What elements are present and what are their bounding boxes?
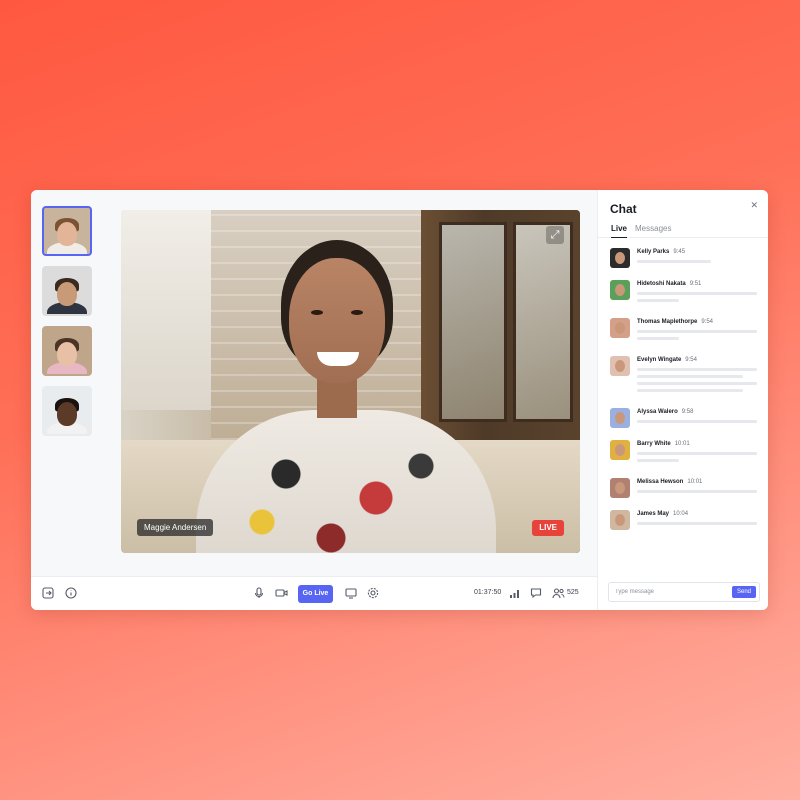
tab-messages[interactable]: Messages bbox=[635, 224, 671, 238]
chat-message-text-placeholder bbox=[637, 337, 679, 340]
avatar-face bbox=[615, 412, 625, 424]
signal-strength-icon[interactable] bbox=[508, 587, 522, 601]
chat-timestamp: 9:45 bbox=[673, 249, 686, 255]
chat-author-name[interactable]: Alyssa Walero bbox=[637, 409, 678, 415]
avatar-face bbox=[615, 444, 625, 456]
live-badge: LIVE bbox=[532, 520, 564, 536]
participant-thumbnail[interactable] bbox=[42, 386, 92, 436]
chat-author-name[interactable]: Kelly Parks bbox=[637, 249, 669, 255]
participant-count: 525 bbox=[567, 589, 579, 596]
chat-author-name[interactable]: Barry White bbox=[637, 441, 671, 447]
chat-message-meta: Melissa Hewson 10:01 bbox=[637, 479, 702, 485]
chat-message-text-placeholder bbox=[637, 368, 757, 371]
chat-message-text-placeholder bbox=[637, 459, 679, 462]
avatar[interactable] bbox=[610, 408, 630, 428]
chat-message-meta: Kelly Parks 9:45 bbox=[637, 249, 685, 255]
chat-message-text-placeholder bbox=[637, 490, 757, 493]
chat-message-text-placeholder bbox=[637, 330, 757, 333]
avatar[interactable] bbox=[610, 510, 630, 530]
avatar[interactable] bbox=[610, 478, 630, 498]
participant-thumbnail[interactable] bbox=[42, 206, 92, 256]
participant-face bbox=[57, 342, 77, 366]
video-background-cabinet-glass bbox=[439, 222, 507, 422]
main-video[interactable]: ⤢ Maggie Andersen LIVE bbox=[121, 210, 580, 553]
chat-message-meta: Barry White 10:01 bbox=[637, 441, 690, 447]
chat-timestamp: 9:51 bbox=[689, 281, 702, 287]
avatar[interactable] bbox=[610, 440, 630, 460]
speaker-eye bbox=[311, 310, 323, 315]
participant-face bbox=[57, 222, 77, 246]
call-toolbar: Go Live 01:37:50 525 bbox=[31, 576, 597, 610]
chat-message-meta: Evelyn Wingate 9:54 bbox=[637, 357, 697, 363]
camera-icon[interactable] bbox=[274, 587, 288, 601]
avatar-face bbox=[615, 514, 625, 526]
screen-share-icon[interactable] bbox=[344, 587, 358, 601]
chat-author-name[interactable]: Hidetoshi Nakata bbox=[637, 281, 686, 287]
chat-icon[interactable] bbox=[529, 587, 543, 601]
avatar-face bbox=[615, 322, 625, 334]
avatar[interactable] bbox=[610, 318, 630, 338]
avatar-face bbox=[615, 252, 625, 264]
chat-composer: Send bbox=[608, 582, 760, 602]
speaker-neck bbox=[317, 378, 357, 418]
participant-thumbnails bbox=[42, 206, 94, 446]
video-background-cabinet-glass bbox=[513, 222, 573, 422]
participants-icon[interactable] bbox=[551, 587, 565, 601]
leave-icon[interactable] bbox=[41, 587, 55, 601]
chat-timestamp: 9:58 bbox=[681, 409, 694, 415]
chat-timestamp: 9:54 bbox=[685, 357, 697, 363]
tab-live[interactable]: Live bbox=[611, 224, 628, 238]
avatar-face bbox=[615, 360, 625, 372]
chat-tabs: Live Messages bbox=[598, 224, 768, 238]
chat-message-text-placeholder bbox=[637, 260, 711, 263]
participant-thumbnail[interactable] bbox=[42, 326, 92, 376]
info-icon[interactable] bbox=[64, 587, 78, 601]
chat-message-input[interactable] bbox=[615, 586, 725, 598]
chat-timestamp: 10:01 bbox=[674, 441, 690, 447]
chat-message-meta: James May 10:04 bbox=[637, 511, 688, 517]
chat-timestamp: 10:01 bbox=[687, 479, 703, 485]
speaker-name-tag: Maggie Andersen bbox=[137, 519, 214, 536]
chat-message-text-placeholder bbox=[637, 389, 743, 392]
chat-message-text-placeholder bbox=[637, 292, 757, 295]
chat-message-text-placeholder bbox=[637, 375, 743, 378]
chat-message-text-placeholder bbox=[637, 420, 757, 423]
chat-message-text-placeholder bbox=[637, 299, 679, 302]
chat-message-meta: Alyssa Walero 9:58 bbox=[637, 409, 693, 415]
avatar[interactable] bbox=[610, 356, 630, 376]
avatar[interactable] bbox=[610, 280, 630, 300]
avatar[interactable] bbox=[610, 248, 630, 268]
video-call-window: ⤢ Maggie Andersen LIVE Go Live 01:37:50 bbox=[31, 190, 768, 610]
participant-thumbnail[interactable] bbox=[42, 266, 92, 316]
speaker-eye bbox=[351, 310, 363, 315]
avatar-face bbox=[615, 482, 625, 494]
avatar-face bbox=[615, 284, 625, 296]
chat-message-text-placeholder bbox=[637, 522, 757, 525]
chat-timestamp: 10:04 bbox=[673, 511, 689, 517]
participant-face bbox=[57, 402, 77, 426]
settings-icon[interactable] bbox=[366, 587, 380, 601]
video-background-window bbox=[121, 210, 211, 410]
chat-author-name[interactable]: Melissa Hewson bbox=[637, 479, 683, 485]
close-icon[interactable]: ✕ bbox=[750, 200, 758, 211]
microphone-icon[interactable] bbox=[252, 587, 266, 601]
call-timer: 01:37:50 bbox=[474, 589, 502, 596]
participant-face bbox=[57, 282, 77, 306]
chat-message-text-placeholder bbox=[637, 382, 757, 385]
chat-author-name[interactable]: Evelyn Wingate bbox=[637, 357, 681, 363]
chat-message-meta: Hidetoshi Nakata 9:51 bbox=[637, 281, 701, 287]
chat-message-meta: Thomas Maplethorpe 9:54 bbox=[637, 319, 713, 325]
chat-panel: Chat ✕ Live Messages Kelly Parks 9:45 Hide… bbox=[597, 190, 768, 610]
chat-timestamp: 9:54 bbox=[701, 319, 714, 325]
video-stage: ⤢ Maggie Andersen LIVE bbox=[31, 190, 597, 576]
chat-author-name[interactable]: James May bbox=[637, 511, 669, 517]
expand-icon[interactable]: ⤢ bbox=[546, 226, 564, 244]
go-live-button[interactable]: Go Live bbox=[298, 585, 333, 603]
send-button[interactable]: Send bbox=[732, 586, 756, 598]
chat-author-name[interactable]: Thomas Maplethorpe bbox=[637, 319, 697, 325]
chat-message-text-placeholder bbox=[637, 452, 757, 455]
chat-title: Chat bbox=[610, 202, 637, 216]
